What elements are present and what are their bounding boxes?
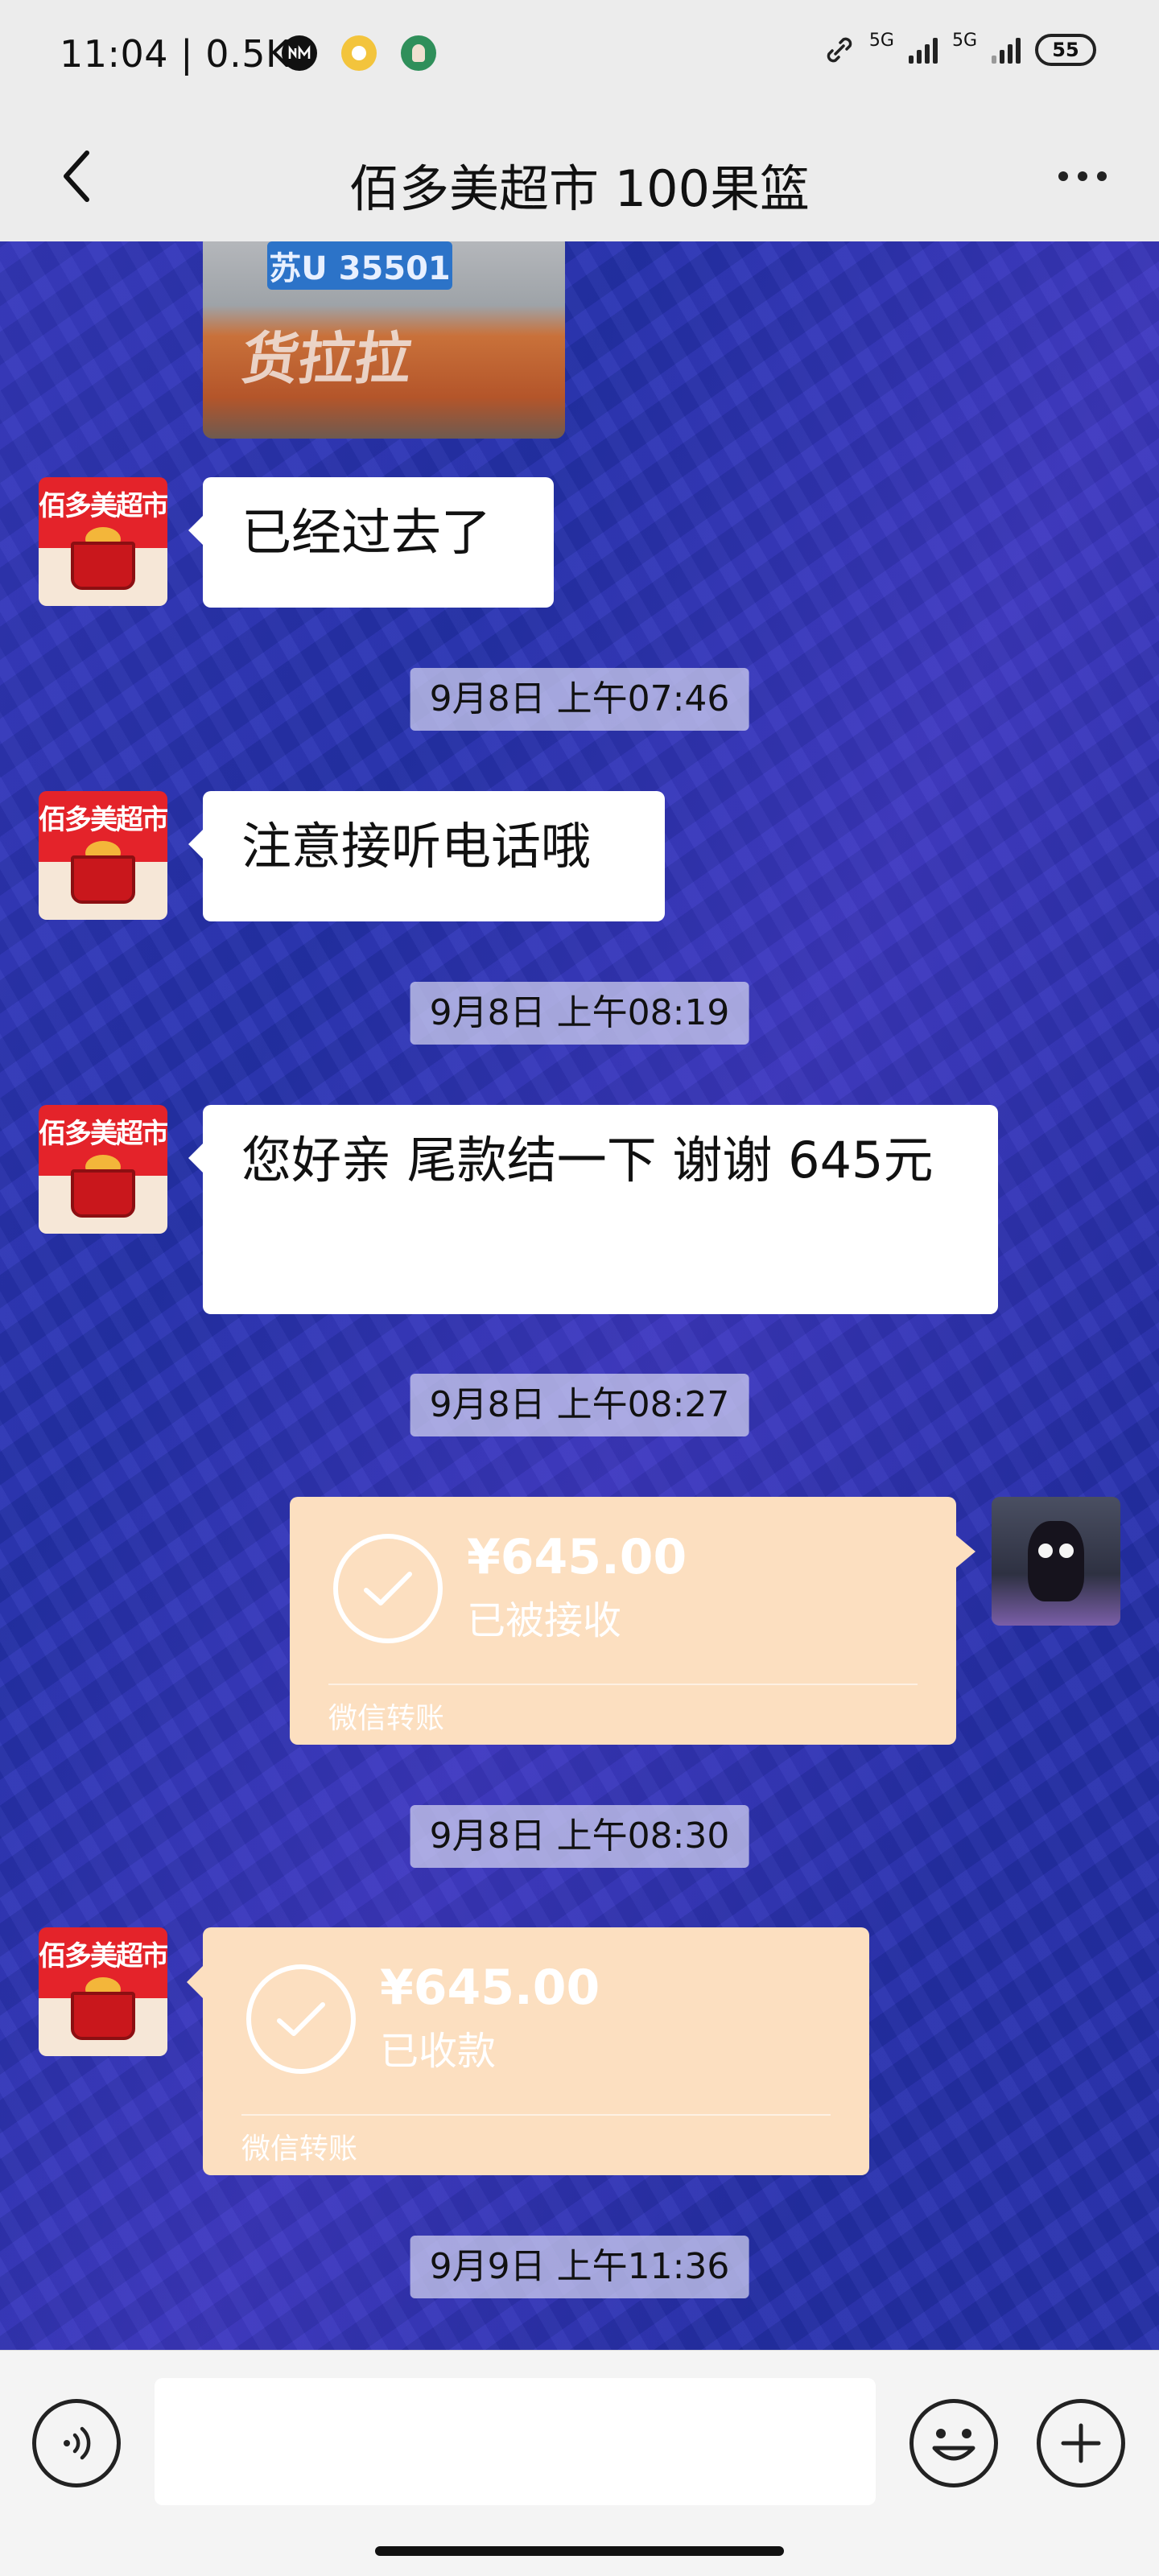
voice-icon [64, 2426, 91, 2460]
photo-overlay-text: 货拉拉 [237, 326, 416, 392]
divider [241, 2114, 831, 2116]
store-avatar[interactable]: 佰多美超市 [39, 477, 167, 606]
chat-header: 佰多美超市 100果篮 [0, 113, 1159, 242]
more-dot [1058, 171, 1068, 181]
transfer-amount: ¥645.00 [380, 1960, 600, 2016]
chat-area[interactable]: 苏U 35501 货拉拉 佰多美超市 已经过去了 9月8日 上午07:46 佰多… [0, 241, 1159, 2350]
basket-shape [71, 542, 135, 590]
emoji-icon [932, 2429, 975, 2461]
plus-button[interactable] [1037, 2399, 1125, 2487]
plate-text: 苏U 35501 [267, 241, 452, 290]
more-dot [1078, 171, 1087, 181]
timestamp: 9月8日 上午08:27 [410, 1374, 749, 1436]
avatar-icon [401, 35, 436, 71]
input-bar [0, 2350, 1159, 2576]
signal-icon-2 [992, 36, 1021, 64]
plus-icon [1061, 2423, 1101, 2463]
store-logo-text: 佰多美超市 [39, 804, 167, 836]
eye-shape [1059, 1544, 1074, 1558]
emoji-button[interactable] [909, 2399, 998, 2487]
timestamp: 9月8日 上午07:46 [410, 668, 749, 731]
signal-icon [908, 36, 938, 64]
nm-icon [282, 35, 317, 71]
store-logo-text: 佰多美超市 [39, 1118, 167, 1150]
network-label-1: 5G [868, 30, 894, 51]
message-text: 已经过去了 [241, 503, 492, 562]
transfer-card-sent[interactable]: ¥645.00 已被接收 微信转账 [290, 1497, 975, 1745]
timestamp: 9月8日 上午08:19 [410, 982, 749, 1045]
store-logo-text: 佰多美超市 [39, 1940, 167, 1972]
more-dot [1097, 171, 1107, 181]
store-avatar[interactable]: 佰多美超市 [39, 1927, 167, 2056]
transfer-amount: ¥645.00 [467, 1529, 687, 1585]
circle-icon [341, 35, 377, 71]
chat-title: 佰多美超市 100果篮 [349, 159, 810, 218]
status-notification-icons [282, 35, 436, 71]
face-shape [1028, 1521, 1084, 1601]
timestamp: 9月9日 上午11:36 [410, 2236, 749, 2298]
home-indicator[interactable] [375, 2546, 784, 2556]
store-avatar[interactable]: 佰多美超市 [39, 791, 167, 920]
transfer-status: 已被接收 [467, 1598, 622, 1643]
more-button[interactable] [1038, 140, 1127, 212]
basket-shape [71, 855, 135, 904]
status-bar: 11:04 | 0.5K 5G 5G 55 [0, 0, 1159, 113]
message-bubble[interactable]: 已经过去了 [188, 477, 554, 608]
store-avatar[interactable]: 佰多美超市 [39, 1105, 167, 1234]
divider [328, 1684, 918, 1685]
transfer-footer: 微信转账 [241, 2133, 358, 2166]
timestamp: 9月8日 上午08:30 [410, 1805, 749, 1868]
message-text: 您好亲 尾款结一下 谢谢 645元 [241, 1131, 934, 1189]
transfer-footer: 微信转账 [328, 1702, 445, 1735]
battery-icon: 55 [1035, 34, 1096, 66]
my-avatar[interactable] [992, 1497, 1120, 1626]
network-label-2: 5G [951, 30, 977, 51]
battery-level: 55 [1052, 39, 1079, 61]
transfer-card-received[interactable]: ¥645.00 已收款 微信转账 [187, 1927, 869, 2175]
basket-shape [71, 1992, 135, 2040]
voice-button[interactable] [32, 2399, 121, 2487]
check-icon [333, 1534, 443, 1643]
message-bubble[interactable]: 注意接听电话哦 [188, 791, 665, 921]
message-bubble[interactable]: 您好亲 尾款结一下 谢谢 645元 [188, 1105, 998, 1314]
link-icon [827, 37, 852, 63]
image-message[interactable]: 苏U 35501 货拉拉 [203, 241, 565, 439]
status-right-icons: 5G 5G 55 [824, 30, 1096, 66]
message-input[interactable] [155, 2378, 876, 2505]
eye-shape [1038, 1544, 1053, 1558]
transfer-status: 已收款 [380, 2029, 497, 2074]
store-logo-text: 佰多美超市 [39, 490, 167, 522]
basket-shape [71, 1169, 135, 1218]
status-time: 11:04 | 0.5K [60, 32, 291, 76]
message-text: 注意接听电话哦 [241, 817, 592, 876]
check-icon [246, 1964, 356, 2074]
